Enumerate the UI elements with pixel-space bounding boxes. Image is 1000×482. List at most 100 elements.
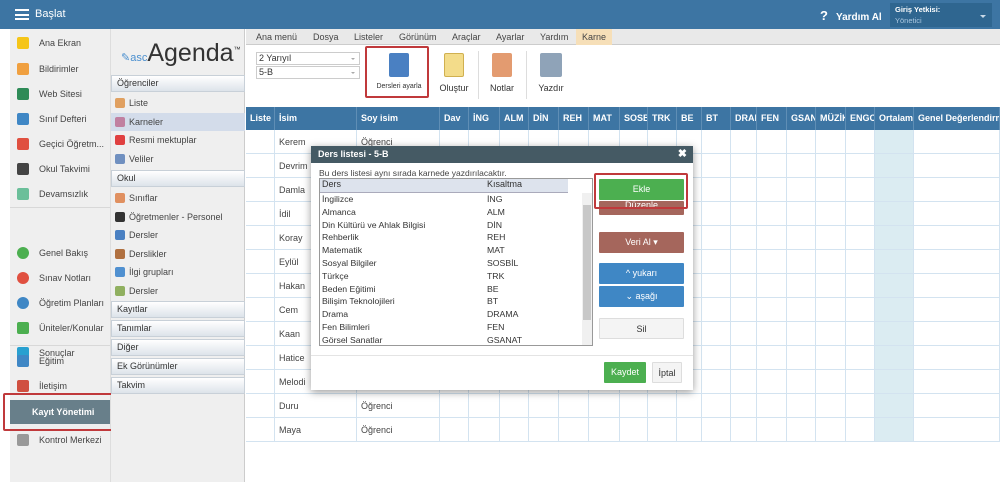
list-item[interactable]: Bilişim Teknolojileri BT	[320, 295, 592, 308]
menu-7[interactable]: Karne	[576, 29, 613, 45]
list-item[interactable]: Drama DRAMA	[320, 308, 592, 321]
iptal-button[interactable]: İptal	[652, 362, 682, 383]
table-cell[interactable]	[875, 298, 914, 322]
table-cell[interactable]	[875, 226, 914, 250]
table-cell[interactable]	[846, 154, 875, 178]
table-cell[interactable]	[731, 394, 757, 418]
nav-item[interactable]: Öğretmenler - Personel	[111, 208, 245, 226]
table-cell[interactable]	[875, 346, 914, 370]
table-cell[interactable]	[757, 154, 787, 178]
column-header[interactable]: Soy isim	[357, 107, 440, 130]
table-cell[interactable]	[731, 130, 757, 154]
column-header[interactable]: DİN	[529, 107, 559, 130]
table-cell[interactable]	[787, 250, 816, 274]
course-list[interactable]: Ders Kısaltma İngilizce İNG Almanca ALM Din K…	[319, 178, 593, 346]
column-header[interactable]: BT	[702, 107, 731, 130]
column-ders[interactable]: Ders	[320, 179, 485, 192]
table-cell[interactable]	[875, 130, 914, 154]
table-cell[interactable]	[246, 178, 275, 202]
nav-item[interactable]: Karneler	[111, 112, 245, 131]
column-header[interactable]: İsim	[275, 107, 357, 130]
table-cell[interactable]	[787, 418, 816, 442]
column-header[interactable]: GSAN	[787, 107, 816, 130]
table-cell[interactable]	[589, 418, 620, 442]
table-cell[interactable]	[648, 418, 677, 442]
term-select[interactable]: 2 Yarıyıl	[256, 52, 360, 65]
sidebar-item-10[interactable]: Üniteler/Konular	[10, 318, 110, 338]
table-cell[interactable]	[757, 202, 787, 226]
down-button[interactable]: ⌄ aşağı	[599, 286, 684, 307]
nav-item[interactable]: Resmi mektuplar	[111, 131, 245, 149]
table-cell[interactable]	[787, 394, 816, 418]
table-cell[interactable]	[440, 394, 469, 418]
table-cell[interactable]	[914, 250, 1000, 274]
scrollbar-thumb[interactable]	[583, 205, 591, 320]
nav-item[interactable]: İlgi grupları	[111, 263, 245, 281]
table-cell[interactable]	[846, 418, 875, 442]
table-cell[interactable]	[757, 322, 787, 346]
table-cell[interactable]	[914, 154, 1000, 178]
kaydet-button[interactable]: Kaydet	[604, 362, 646, 383]
table-cell[interactable]	[875, 274, 914, 298]
table-cell[interactable]	[875, 202, 914, 226]
column-header[interactable]: Liste	[246, 107, 275, 130]
table-cell[interactable]	[702, 250, 731, 274]
sidebar-item-0[interactable]: Ana Ekran	[10, 33, 110, 53]
sidebar-item-12[interactable]: Eğitim	[10, 351, 110, 371]
table-cell[interactable]	[648, 394, 677, 418]
nav-group-header[interactable]: Tanımlar	[111, 320, 245, 337]
list-item[interactable]: Beden Eğitimi BE	[320, 283, 592, 296]
table-cell[interactable]	[914, 130, 1000, 154]
sidebar-item-8[interactable]: Sınav Notları	[10, 268, 110, 288]
table-cell[interactable]	[246, 394, 275, 418]
table-cell[interactable]	[440, 418, 469, 442]
table-cell[interactable]	[589, 394, 620, 418]
table-cell[interactable]	[816, 226, 846, 250]
nav-group-header[interactable]: Kayıtlar	[111, 301, 245, 318]
table-cell[interactable]	[816, 346, 846, 370]
table-cell[interactable]	[914, 394, 1000, 418]
table-cell[interactable]	[757, 178, 787, 202]
table-cell[interactable]	[246, 322, 275, 346]
sidebar-item-5[interactable]: Okul Takvimi	[10, 159, 110, 179]
table-cell[interactable]	[702, 226, 731, 250]
table-cell[interactable]	[787, 346, 816, 370]
table-cell[interactable]	[875, 250, 914, 274]
table-cell[interactable]	[731, 202, 757, 226]
table-cell[interactable]	[914, 274, 1000, 298]
list-item[interactable]: İngilizce İNG	[320, 193, 592, 206]
table-cell[interactable]	[846, 274, 875, 298]
table-cell[interactable]	[529, 418, 559, 442]
table-cell[interactable]	[757, 250, 787, 274]
table-cell[interactable]	[246, 130, 275, 154]
table-cell[interactable]	[731, 418, 757, 442]
table-cell[interactable]	[914, 346, 1000, 370]
nav-item[interactable]: Derslikler	[111, 245, 245, 263]
up-button[interactable]: ^ yukarı	[599, 263, 684, 284]
list-item[interactable]: Rehberlik REH	[320, 231, 592, 244]
table-cell[interactable]	[246, 346, 275, 370]
table-cell[interactable]	[702, 178, 731, 202]
table-cell[interactable]	[529, 394, 559, 418]
table-cell[interactable]	[914, 202, 1000, 226]
table-cell[interactable]	[914, 322, 1000, 346]
table-cell[interactable]	[246, 202, 275, 226]
table-cell[interactable]	[787, 370, 816, 394]
list-item[interactable]: Türkçe TRK	[320, 270, 592, 283]
column-header[interactable]: FEN	[757, 107, 787, 130]
table-cell[interactable]	[559, 394, 589, 418]
table-cell[interactable]	[702, 370, 731, 394]
table-cell[interactable]	[731, 322, 757, 346]
yazdir-button[interactable]: Yazdır	[532, 49, 570, 93]
table-cell[interactable]	[702, 154, 731, 178]
table-cell[interactable]	[469, 418, 500, 442]
veri-al-button[interactable]: Veri Al ▾	[599, 232, 684, 253]
list-item[interactable]: Sosyal Bilgiler SOSBİL	[320, 257, 592, 270]
nav-group-header[interactable]: Takvim	[111, 377, 245, 394]
menu-6[interactable]: Yardım	[540, 32, 568, 42]
menu-0[interactable]: Ana menü	[256, 32, 297, 42]
table-cell[interactable]	[731, 250, 757, 274]
table-cell[interactable]: Maya	[275, 418, 357, 442]
sidebar-item-7[interactable]: Genel Bakış	[10, 243, 110, 263]
column-header[interactable]: Ortalama	[875, 107, 914, 130]
